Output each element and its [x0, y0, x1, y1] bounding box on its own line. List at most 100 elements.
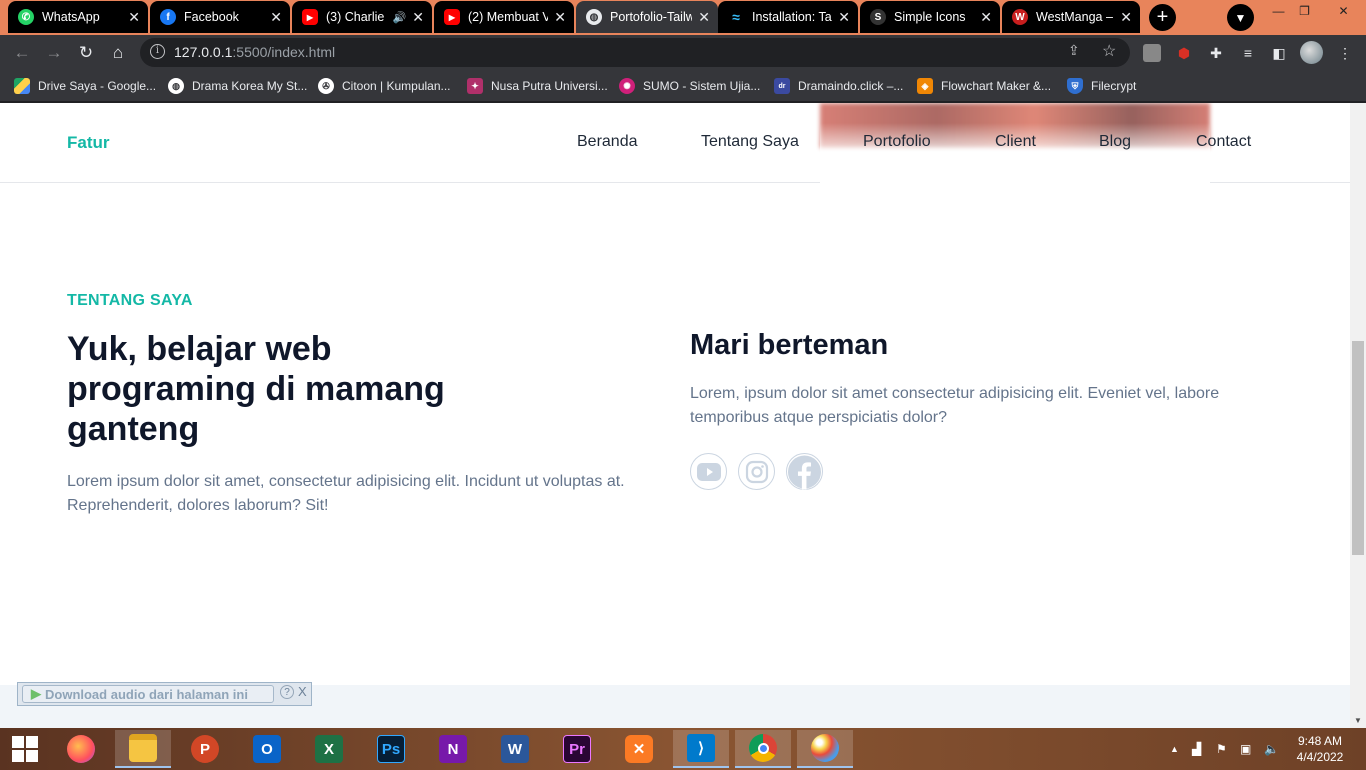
close-icon[interactable]: ✕: [128, 9, 140, 26]
chevron-up-icon[interactable]: ▲: [1170, 744, 1179, 754]
reload-icon[interactable]: ↻: [72, 39, 100, 67]
adblock-icon[interactable]: ⬢: [1175, 44, 1193, 62]
back-icon[interactable]: ←: [8, 39, 36, 67]
tab-portofolio[interactable]: ◍ Portofolio-Tailw ✕: [576, 1, 718, 33]
close-icon[interactable]: ✕: [412, 9, 424, 26]
nav-beranda[interactable]: Beranda: [577, 133, 638, 151]
menu-icon[interactable]: ⋮: [1336, 44, 1354, 62]
new-tab-button[interactable]: +: [1149, 4, 1176, 31]
taskbar-firefox[interactable]: [53, 730, 109, 768]
nav-client[interactable]: Client: [995, 133, 1036, 151]
bookmark-item[interactable]: dr Dramaindo.click –...: [774, 76, 903, 96]
taskbar-chrome[interactable]: [735, 730, 791, 768]
network-icon[interactable]: ▟: [1192, 742, 1201, 756]
about-headline: Yuk, belajar web programing di mamang ga…: [67, 330, 445, 448]
tab-youtube-charlie[interactable]: ▶ (3) Charlie 🔊 ✕: [292, 1, 432, 33]
youtube-icon[interactable]: [690, 453, 727, 490]
bookmark-item[interactable]: ◈ Flowchart Maker &...: [917, 76, 1051, 96]
home-icon[interactable]: ⌂: [104, 39, 132, 67]
bookmark-item[interactable]: ◍ Drama Korea My St...: [168, 76, 307, 96]
page-scrollbar[interactable]: ▼: [1350, 103, 1366, 728]
tab-title: Installation: Tail: [752, 10, 833, 24]
sumo-icon: ✺: [619, 78, 635, 94]
tab-strip: ✆ WhatsApp ✕ f Facebook ✕ ▶ (3) Charlie …: [0, 0, 1366, 35]
volume-icon[interactable]: 🔈: [1264, 742, 1279, 756]
speaker-icon[interactable]: 🔊: [393, 11, 407, 24]
close-icon[interactable]: ✕: [838, 9, 850, 26]
simpleicons-icon: S: [870, 9, 886, 25]
bookmark-star-icon[interactable]: ☆: [1102, 41, 1116, 61]
nav-portofolio[interactable]: Portofolio: [863, 133, 931, 151]
url-path: :5500/index.html: [232, 44, 336, 60]
close-icon[interactable]: ✕: [270, 9, 282, 26]
share-icon[interactable]: ⇪: [1068, 42, 1080, 59]
help-icon[interactable]: ?: [280, 685, 294, 699]
tab-westmanga[interactable]: W WestManga – ✕: [1002, 1, 1140, 33]
windows-icon: [12, 736, 38, 762]
bookmark-item[interactable]: ✇ Citoon | Kumpulan...: [318, 76, 451, 96]
tab-youtube-membuat[interactable]: ▶ (2) Membuat V ✕: [434, 1, 574, 33]
taskbar-powerpoint[interactable]: P: [177, 730, 233, 768]
film-reel-icon: ✇: [318, 78, 334, 94]
firefox-icon: [67, 735, 95, 763]
download-audio-button[interactable]: ▶ Download audio dari halaman ini: [22, 685, 274, 703]
tab-facebook[interactable]: f Facebook ✕: [150, 1, 290, 33]
forward-icon[interactable]: →: [40, 39, 68, 67]
tab-whatsapp[interactable]: ✆ WhatsApp ✕: [8, 1, 148, 33]
taskbar-premiere[interactable]: Pr: [549, 730, 605, 768]
brand-logo[interactable]: Fatur: [67, 133, 110, 153]
tab-search-button[interactable]: ▼: [1227, 4, 1254, 31]
puzzle-icon[interactable]: ✚: [1207, 44, 1225, 62]
nav-contact[interactable]: Contact: [1196, 133, 1251, 151]
start-button[interactable]: [0, 730, 50, 768]
xampp-icon: ✕: [625, 735, 653, 763]
taskbar-outlook[interactable]: O: [239, 730, 295, 768]
taskbar-vscode[interactable]: ⟩: [673, 730, 729, 768]
close-window-icon[interactable]: ✕: [1321, 0, 1366, 22]
tailwind-icon: ≈: [732, 9, 740, 25]
scrollbar-thumb[interactable]: [1352, 341, 1364, 555]
address-bar[interactable]: i 127.0.0.1:5500/index.html ⇪ ☆: [140, 38, 1130, 67]
bookmark-label: Nusa Putra Universi...: [491, 79, 608, 93]
url-host: 127.0.0.1: [174, 44, 233, 60]
taskbar-xampp[interactable]: ✕: [611, 730, 667, 768]
nav-tentang-saya[interactable]: Tentang Saya: [701, 133, 799, 151]
close-icon[interactable]: X: [298, 684, 307, 699]
system-clock[interactable]: 9:48 AM 4/4/2022: [1296, 733, 1344, 765]
close-icon[interactable]: ✕: [698, 9, 710, 26]
power-icon[interactable]: ▣: [1240, 742, 1251, 756]
tab-simple-icons[interactable]: S Simple Icons ✕: [860, 1, 1000, 33]
taskbar-photoshop[interactable]: Ps: [363, 730, 419, 768]
bookmark-item[interactable]: Drive Saya - Google...: [14, 76, 156, 96]
sidepanel-icon[interactable]: ◧: [1270, 44, 1288, 62]
info-icon[interactable]: i: [150, 44, 165, 59]
site-header: Fatur Beranda Tentang Saya Portofolio Cl…: [0, 103, 1350, 183]
mail-notify-icon[interactable]: ⚑: [1216, 742, 1227, 756]
university-icon: ✦: [467, 78, 483, 94]
close-icon[interactable]: ✕: [554, 9, 566, 26]
facebook-icon[interactable]: [786, 453, 823, 490]
bookmark-item[interactable]: ✺ SUMO - Sistem Ujia...: [619, 76, 760, 96]
close-icon[interactable]: ✕: [1120, 9, 1132, 26]
tab-title: WestManga –: [1036, 10, 1113, 24]
avatar[interactable]: [1300, 41, 1323, 64]
tab-tailwind[interactable]: ≈ Installation: Tail ✕: [718, 1, 858, 33]
nav-blog[interactable]: Blog: [1099, 133, 1131, 151]
taskbar-excel[interactable]: X: [301, 730, 357, 768]
drawio-icon: ◈: [917, 78, 933, 94]
instagram-icon[interactable]: [738, 453, 775, 490]
taskbar-file-explorer[interactable]: [115, 730, 171, 768]
media-icon[interactable]: ≡: [1239, 44, 1257, 62]
taskbar-word[interactable]: W: [487, 730, 543, 768]
taskbar-onenote[interactable]: N: [425, 730, 481, 768]
youtube-icon: ▶: [302, 9, 318, 25]
extension-icon[interactable]: [1143, 44, 1161, 62]
scroll-down-arrow-icon[interactable]: ▼: [1354, 716, 1362, 725]
close-icon[interactable]: ✕: [980, 9, 992, 26]
friend-description: Lorem, ipsum dolor sit amet consectetur …: [690, 385, 1220, 426]
url-text[interactable]: 127.0.0.1:5500/index.html: [174, 44, 335, 60]
taskbar-paint[interactable]: [797, 730, 853, 768]
about-section: TENTANG SAYA Yuk, belajar web programing…: [0, 183, 1350, 685]
bookmark-item[interactable]: ✦ Nusa Putra Universi...: [467, 76, 608, 96]
bookmark-item[interactable]: ⛨ Filecrypt: [1067, 76, 1136, 96]
